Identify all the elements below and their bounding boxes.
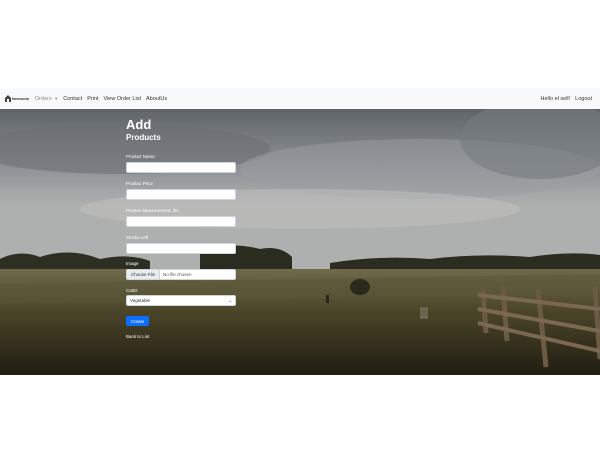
file-status: No file chosen (163, 272, 192, 277)
product-price-group: Product Price (126, 181, 236, 200)
product-measurement-input[interactable] (126, 216, 236, 227)
logout-link[interactable]: Logout (575, 96, 592, 102)
nav-about-us[interactable]: AboutUs (146, 96, 167, 102)
category-group: CatID Vegetable ⌄ (126, 288, 236, 306)
page-subtitle: Products (126, 133, 161, 142)
choose-file-button[interactable]: Choose File (127, 270, 161, 279)
back-to-list-link[interactable]: Back to List (126, 334, 149, 339)
hero-background (0, 109, 600, 375)
category-label: CatID (126, 288, 138, 293)
brand-name: farmocta (12, 96, 29, 101)
nav-orders-label: Orders (34, 95, 52, 102)
stocks-left-label: Stocks Left (126, 235, 149, 240)
nav-contact[interactable]: Contact (63, 96, 82, 102)
product-price-label: Product Price (126, 181, 154, 186)
product-name-group: Product Name (126, 154, 236, 173)
nav-left: Orders ▼ Contact Print View Order List A… (35, 96, 172, 102)
product-measurement-group: Product Measurement, lbs (126, 208, 236, 227)
product-name-label: Product Name (126, 154, 155, 159)
stocks-left-input[interactable] (126, 243, 236, 254)
nav-right: Hello el sell! Logout (536, 96, 592, 102)
add-product-form: Add Products Product Name Product Price … (126, 117, 238, 339)
create-button[interactable]: Create (126, 316, 149, 326)
user-greeting[interactable]: Hello el sell! (541, 96, 571, 102)
image-group: Image Choose File No file chosen (126, 261, 236, 280)
nav-print[interactable]: Print (87, 96, 98, 102)
farm-landscape-image (0, 109, 600, 375)
category-selected-value: Vegetable (130, 298, 151, 303)
brand[interactable]: farmocta (5, 95, 29, 102)
caret-down-icon: ▼ (54, 95, 59, 101)
navbar: farmocta Orders ▼ Contact Print View Ord… (0, 88, 600, 109)
product-price-input[interactable] (126, 189, 236, 200)
nav-view-order-list[interactable]: View Order List (104, 96, 142, 102)
chevron-down-icon: ⌄ (228, 298, 232, 303)
barn-logo-icon (5, 95, 11, 102)
product-name-input[interactable] (126, 162, 236, 173)
stocks-left-group: Stocks Left (126, 235, 236, 254)
category-select[interactable]: Vegetable ⌄ (126, 295, 236, 306)
page-title: Add (126, 117, 152, 132)
nav-orders-dropdown[interactable]: Orders ▼ (35, 96, 58, 102)
product-measurement-label: Product Measurement, lbs (126, 208, 179, 213)
image-label: Image (126, 261, 139, 266)
image-file-input[interactable]: Choose File No file chosen (126, 269, 236, 280)
